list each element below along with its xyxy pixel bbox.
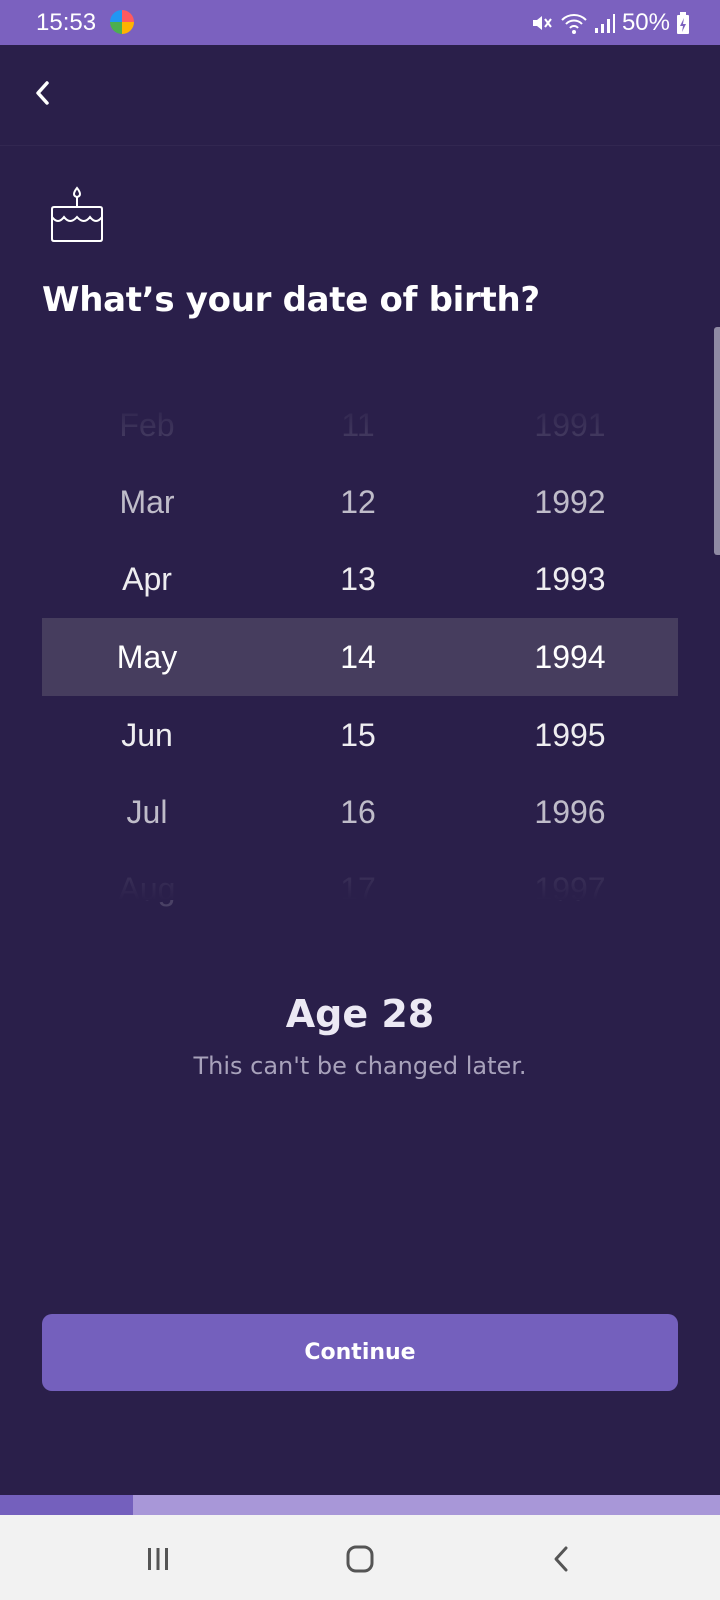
day-wheel[interactable]: 11 12 13 14 15 16 17	[258, 400, 458, 907]
home-icon	[346, 1545, 374, 1573]
continue-button[interactable]: Continue	[42, 1314, 678, 1391]
birthday-cake-icon	[51, 186, 103, 242]
year-wheel[interactable]: 1991 1992 1993 1994 1995 1996 1997	[470, 400, 670, 907]
battery-charging-icon	[677, 12, 689, 34]
picker-option-month[interactable]: Apr	[47, 540, 247, 618]
age-note: This can't be changed later.	[193, 1052, 527, 1080]
status-icons: 50%	[530, 9, 690, 37]
system-nav-bar	[0, 1515, 720, 1600]
picker-option-day[interactable]: 16	[258, 773, 458, 851]
age-label: Age 28	[285, 992, 435, 1036]
app-notification-icon	[110, 10, 134, 34]
picker-option-year[interactable]: 1996	[470, 773, 670, 851]
scrollbar-thumb[interactable]	[714, 327, 720, 555]
status-time: 15:53	[36, 9, 97, 36]
picker-selected-day[interactable]: 14	[258, 618, 458, 696]
system-back-button[interactable]	[540, 1537, 584, 1581]
picker-fade-top	[42, 400, 678, 440]
picker-option-year[interactable]: 1995	[470, 696, 670, 774]
picker-option-day[interactable]: 15	[258, 696, 458, 774]
picker-option-month[interactable]: Mar	[47, 463, 247, 541]
picker-option-day[interactable]: 12	[258, 463, 458, 541]
battery-percent: 50%	[621, 9, 670, 36]
month-wheel[interactable]: Feb Mar Apr May Jun Jul Aug	[47, 400, 247, 907]
picker-fade-bottom	[42, 850, 678, 900]
picker-option-month[interactable]: Jun	[47, 696, 247, 774]
back-icon	[554, 1546, 568, 1572]
recents-icon	[148, 1548, 168, 1570]
picker-option-day[interactable]: 13	[258, 540, 458, 618]
progress-fill	[0, 1495, 134, 1515]
back-button[interactable]	[24, 73, 64, 113]
wifi-icon	[561, 14, 587, 34]
home-button[interactable]	[338, 1537, 382, 1581]
page-title: What’s your date of birth?	[42, 280, 540, 320]
picker-selected-year[interactable]: 1994	[470, 618, 670, 696]
picker-option-year[interactable]: 1992	[470, 463, 670, 541]
mute-icon	[532, 16, 552, 30]
onboarding-progress-bar	[0, 1495, 720, 1515]
status-bar: 15:53 50%	[0, 0, 720, 45]
picker-selected-month[interactable]: May	[47, 618, 247, 696]
chevron-left-icon	[36, 81, 49, 105]
header	[0, 45, 720, 146]
date-picker[interactable]: Feb Mar Apr May Jun Jul Aug 11 12 13 14 …	[42, 400, 678, 907]
picker-option-year[interactable]: 1993	[470, 540, 670, 618]
signal-icon	[594, 14, 615, 33]
recents-button[interactable]	[136, 1537, 180, 1581]
picker-option-month[interactable]: Jul	[47, 773, 247, 851]
